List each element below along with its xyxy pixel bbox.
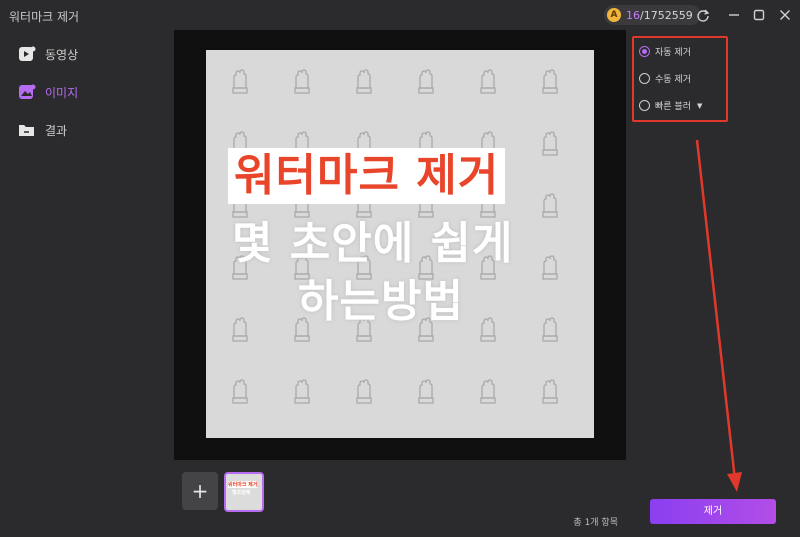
sidebar-item-label: 이미지 xyxy=(45,85,79,100)
credits-used: 16 xyxy=(626,8,640,22)
radio-icon[interactable] xyxy=(639,73,650,84)
watermark-hand-icon xyxy=(480,379,496,404)
sidebar-item-label: 동영상 xyxy=(45,47,79,62)
image-thumbnail[interactable]: 워터마크 제거 몇초안에 xyxy=(224,472,264,512)
option-label: 빠른 블러 xyxy=(655,102,691,112)
add-image-button[interactable]: + xyxy=(182,472,218,510)
title-bar: 워터마크 제거 A 16 /1752559 xyxy=(0,0,800,30)
watermark-hand-icon xyxy=(232,317,248,342)
remove-button[interactable]: 제거 xyxy=(650,499,776,524)
image-preview-area: 워터마크 제거 몇 초안에 쉽게 하는방법 xyxy=(174,30,626,460)
caret-down-icon[interactable]: ▼ xyxy=(697,102,702,110)
watermark-hand-icon xyxy=(232,379,248,404)
watermark-hand-icon xyxy=(542,193,558,218)
thumbnail-strip: + 워터마크 제거 몇초안에 총 1개 항목 xyxy=(174,460,626,537)
watermark-hand-icon xyxy=(480,317,496,342)
minimize-icon[interactable] xyxy=(724,5,744,25)
watermark-hand-icon xyxy=(542,69,558,94)
thumbnail-subline: 몇초안에 xyxy=(232,490,251,496)
watermark-hand-icon xyxy=(294,69,310,94)
thumbnail-headline: 워터마크 제거 xyxy=(228,481,258,488)
refresh-icon[interactable] xyxy=(693,5,713,25)
option-manual-remove[interactable]: 수동 제거 xyxy=(639,72,691,85)
option-auto-remove[interactable]: 자동 제거 xyxy=(639,45,691,58)
image-subline: 몇 초안에 쉽게 xyxy=(232,218,514,269)
app-title: 워터마크 제거 xyxy=(9,10,80,24)
removal-mode-options: 자동 제거 수동 제거 빠른 블러 ▼ xyxy=(632,36,728,122)
maximize-icon[interactable] xyxy=(749,5,769,25)
sidebar-item-result[interactable]: 결과 xyxy=(18,119,67,141)
sidebar-item-image[interactable]: 이미지 xyxy=(18,81,78,103)
watermark-hand-icon xyxy=(542,379,558,404)
sidebar-item-video[interactable]: 동영상 xyxy=(18,43,78,65)
options-panel: 자동 제거 수동 제거 빠른 블러 ▼ 제거 xyxy=(626,30,800,537)
close-icon[interactable] xyxy=(775,5,795,25)
preview-image: 워터마크 제거 몇 초안에 쉽게 하는방법 xyxy=(206,50,594,438)
radio-selected-icon[interactable] xyxy=(639,46,650,57)
watermark-hand-icon xyxy=(356,379,372,404)
option-label: 수동 제거 xyxy=(655,75,691,85)
item-count: 총 1개 항목 xyxy=(573,518,618,528)
watermark-hand-icon xyxy=(356,69,372,94)
coin-icon: A xyxy=(607,8,621,22)
video-icon xyxy=(18,46,36,62)
sidebar: 동영상 이미지 결과 xyxy=(0,30,174,537)
watermark-hand-icon xyxy=(418,379,434,404)
option-label: 자동 제거 xyxy=(655,48,691,58)
credits-badge[interactable]: A 16 /1752559 xyxy=(604,5,701,25)
watermark-hand-icon xyxy=(232,69,248,94)
image-icon xyxy=(18,84,36,100)
watermark-hand-icon xyxy=(418,69,434,94)
watermark-hand-icon xyxy=(294,379,310,404)
folder-icon xyxy=(18,122,36,138)
radio-icon[interactable] xyxy=(639,100,650,111)
sidebar-item-label: 결과 xyxy=(45,123,68,138)
watermark-hand-icon xyxy=(480,69,496,94)
image-headline: 워터마크 제거 xyxy=(228,148,506,204)
watermark-hand-icon xyxy=(542,131,558,156)
image-subline-2: 하는방법 xyxy=(298,276,464,327)
option-quick-blur[interactable]: 빠른 블러 ▼ xyxy=(639,99,702,112)
watermark-hand-icon xyxy=(542,317,558,342)
watermark-hand-icon xyxy=(542,255,558,280)
credits-total: /1752559 xyxy=(640,8,693,22)
